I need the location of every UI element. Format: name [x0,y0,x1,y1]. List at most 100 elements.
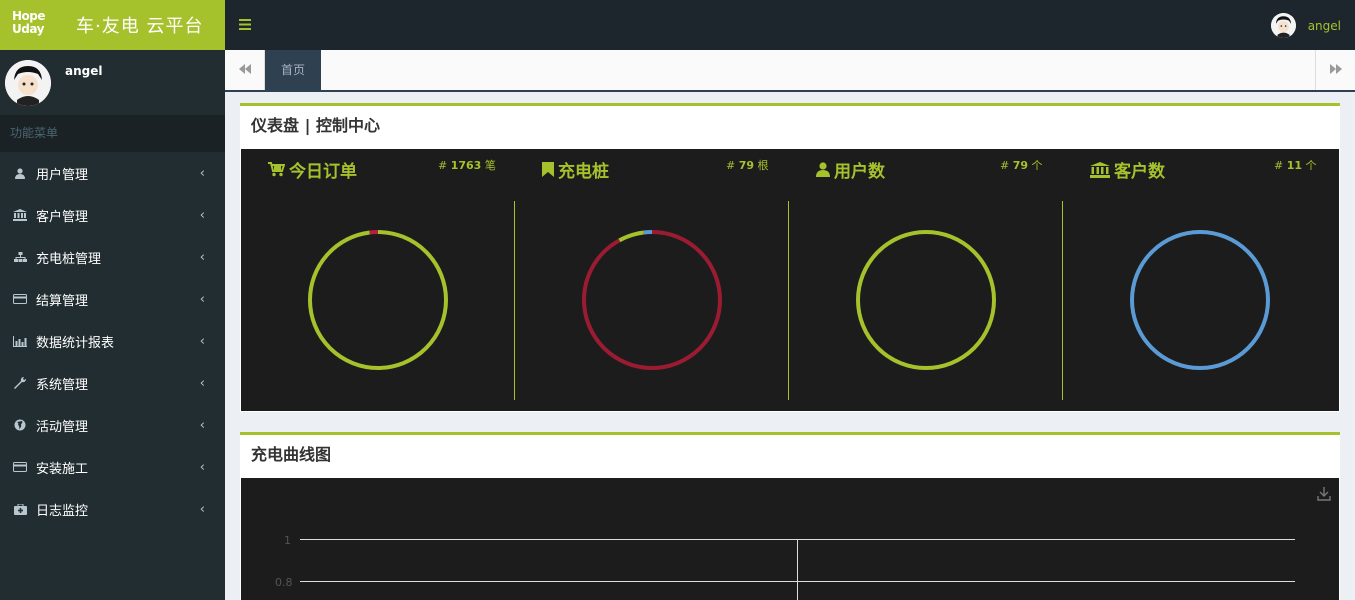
stat-count: # 11 个 [1274,159,1317,172]
stat-count-value: 1763 [450,159,482,172]
ring-chart [856,230,996,370]
stat-unit: 个 [1031,159,1043,172]
ring-segment [308,230,448,370]
sidebar-item-label: 系统管理 [36,377,89,393]
stat-count: # 79 根 [726,159,769,172]
sidebar-item-label: 用户管理 [36,167,89,183]
chevron-left-icon: ‹ [199,333,205,349]
medkit-icon [12,503,28,515]
logo-area[interactable]: Hope Uday 车·友电 云平台 [0,0,225,50]
stat-count-value: 79 [1012,159,1029,172]
y-tick-label: 0.8 [275,576,293,589]
tab-bar: 首页 [225,50,1355,92]
ring-segment [582,230,722,370]
sidebar-user-name: angel [65,64,103,78]
sidebar-item-charger-management[interactable]: 充电桩管理 ‹ [0,236,225,278]
stat-count: # 1763 笔 [438,159,496,172]
stat-chargers: 充电桩 # 79 根 [515,149,789,411]
ring-chart [308,230,448,370]
sidebar-item-label: 数据统计报表 [36,335,115,351]
charging-curve-chart: 1 0.8 [241,478,1339,600]
sidebar-item-system-management[interactable]: 系统管理 ‹ [0,362,225,404]
sidebar-item-label: 充电桩管理 [36,251,102,267]
chevron-left-icon: ‹ [199,417,205,433]
menu-header: 功能菜单 [0,115,225,152]
tab-scroll-right-button[interactable] [1315,50,1355,90]
chevron-left-icon: ‹ [199,207,205,223]
hamburger-icon[interactable] [239,15,251,34]
chevron-left-icon: ‹ [199,375,205,391]
sitemap-icon [12,251,28,263]
avatar [5,60,51,106]
chevron-left-icon: ‹ [199,291,205,307]
stat-customers: 客户数 # 11 个 [1063,149,1337,411]
sidebar-item-label: 安装施工 [36,461,89,477]
stat-title: 用户数 [816,157,885,182]
stat-users: 用户数 # 79 个 [789,149,1063,411]
charging-curve-panel: 充电曲线图 1 0.8 [240,432,1340,600]
chevron-left-icon: ‹ [199,501,205,517]
stat-unit: 个 [1305,159,1317,172]
user-icon [816,162,830,177]
user-icon [12,167,28,179]
avatar [1270,13,1296,38]
ring-chart [582,230,722,370]
wrench-icon [12,377,28,389]
chevron-left-icon: ‹ [199,249,205,265]
header-user-name: angel [1307,18,1341,33]
stat-orders: 今日订单 # 1763 笔 [241,149,515,411]
chart-title: 充电曲线图 [251,445,332,464]
stat-title: 客户数 [1090,157,1165,182]
stat-label: 客户数 [1114,162,1165,182]
dashboard-panel: 仪表盘 | 控制中心 今日订单 # 1763 笔 充电桩 # 79 根 用户数 [240,103,1340,412]
ring-segment [856,230,996,370]
stat-unit: 笔 [484,159,496,172]
tab-home[interactable]: 首页 [265,50,321,90]
stat-label: 充电桩 [558,162,609,182]
sidebar-item-installation[interactable]: 安装施工 ‹ [0,446,225,488]
user-panel: angel [0,50,225,115]
stat-title: 充电桩 [542,157,609,182]
forward-icon [1329,63,1342,77]
y-tick-label: 1 [284,534,291,547]
sidebar-item-activity-management[interactable]: 活动管理 ‹ [0,404,225,446]
sidebar-item-log-monitor[interactable]: 日志监控 ‹ [0,488,225,530]
credit-card-icon [12,294,28,304]
sidebar-item-label: 客户管理 [36,209,89,225]
sidebar: angel 功能菜单 用户管理 ‹ 客户管理 ‹ 充电桩管理 ‹ 结算管理 ‹ … [0,50,225,600]
stat-label: 今日订单 [289,162,357,182]
sidebar-item-settlement-management[interactable]: 结算管理 ‹ [0,278,225,320]
ring-chart [1130,230,1270,370]
stat-count: # 79 个 [1000,159,1043,172]
dashboard-title: 仪表盘 | 控制中心 [251,116,380,135]
sidebar-item-statistics-reports[interactable]: 数据统计报表 ‹ [0,320,225,362]
tab-scroll-left-button[interactable] [225,50,265,90]
sidebar-item-label: 活动管理 [36,419,89,435]
sidebar-item-user-management[interactable]: 用户管理 ‹ [0,152,225,194]
bar-chart-icon [12,335,28,347]
sidebar-item-customer-management[interactable]: 客户管理 ‹ [0,194,225,236]
credit-card-icon [12,462,28,472]
brand-logo: Hope Uday [12,9,46,36]
sidebar-item-label: 日志监控 [36,503,89,519]
download-icon[interactable] [1317,486,1331,505]
stat-unit: 根 [757,159,769,172]
ring-segment [1130,230,1270,370]
stat-count-value: 79 [738,159,755,172]
stat-count-value: 11 [1286,159,1303,172]
backward-icon [238,63,251,77]
bank-icon [12,209,28,221]
chevron-left-icon: ‹ [199,459,205,475]
axis-line [797,539,798,600]
top-navbar: angel [225,0,1355,50]
cart-plus-icon [268,162,285,177]
stat-title: 今日订单 [268,157,357,182]
user-menu[interactable]: angel [1270,13,1341,38]
app-title: 车·友电 云平台 [76,16,204,37]
bookmark-icon [542,162,554,177]
stat-label: 用户数 [834,162,885,182]
sidebar-item-label: 结算管理 [36,293,89,309]
bank-icon [1090,161,1110,178]
chevron-left-icon: ‹ [199,165,205,181]
globe-icon [12,419,28,431]
